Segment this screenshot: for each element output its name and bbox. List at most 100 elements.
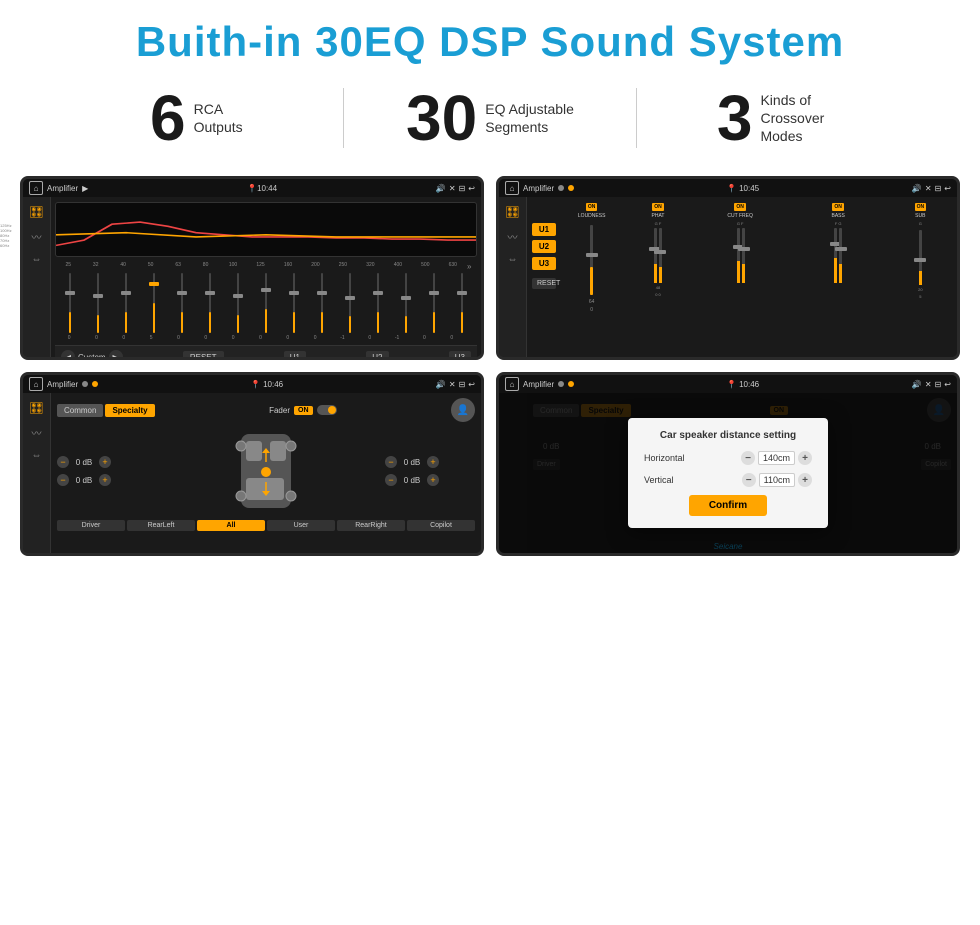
bass-slider-f[interactable] <box>834 228 837 283</box>
eq-slider-3[interactable] <box>112 273 139 333</box>
phat-slider-g[interactable] <box>654 228 657 283</box>
right-top-minus[interactable]: − <box>385 456 397 468</box>
eq-fill-3 <box>125 312 127 333</box>
eq-prev-button[interactable]: ◀ <box>61 350 75 360</box>
all-button[interactable]: All <box>197 520 265 531</box>
left-top-plus[interactable]: + <box>99 456 111 468</box>
eq-slider-10[interactable] <box>309 273 336 333</box>
phat-0-labels: 0 0 <box>655 292 661 297</box>
expand-icon-1[interactable]: ⇔ <box>32 254 42 265</box>
u1-button[interactable]: U1 <box>532 223 556 236</box>
eq-label-32: 32 <box>82 262 108 271</box>
eq-slider-9[interactable] <box>281 273 308 333</box>
eq-thumb-7 <box>233 294 243 298</box>
loudness-slider[interactable] <box>590 225 593 295</box>
eq-slider-5[interactable] <box>168 273 195 333</box>
wave-icon-3[interactable]: 〰 <box>32 425 42 440</box>
left-top-minus[interactable]: − <box>57 456 69 468</box>
eq-slider-4[interactable] <box>140 273 167 333</box>
phat-slider-f[interactable] <box>659 228 662 283</box>
eq-icon-3[interactable]: 🎛 <box>29 401 44 415</box>
copilot-button[interactable]: Copilot <box>407 520 475 531</box>
left-top-db: − 0 dB + <box>57 456 147 468</box>
sub-20-label: 20 <box>918 287 922 292</box>
eq-bottom-bar: ◀ Custom ▶ RESET U1 U2 U3 <box>55 345 477 360</box>
specialty-tab-3[interactable]: Specialty <box>105 404 154 417</box>
rearright-button[interactable]: RearRight <box>337 520 405 531</box>
status-bar-4: ⌂ Amplifier 📍 10:46 🔊✕⊟↩ <box>499 375 957 393</box>
screen3-top-bar: Common Specialty Fader ON 👤 <box>57 398 475 422</box>
eq-slider-8[interactable] <box>252 273 279 333</box>
eq-thumb-6 <box>205 291 215 295</box>
eq-label-50: 50 <box>137 262 163 271</box>
user-button[interactable]: User <box>267 520 335 531</box>
eq-label-80: 80 <box>192 262 218 271</box>
cutfreq-slider-f[interactable] <box>742 228 745 283</box>
bass-slider-g[interactable] <box>839 228 842 283</box>
home-icon-1[interactable]: ⌂ <box>29 181 43 195</box>
status-time-4: 📍 10:46 <box>727 380 759 389</box>
right-top-plus[interactable]: + <box>427 456 439 468</box>
horizontal-minus-button[interactable]: − <box>741 451 755 465</box>
eq-reset-button[interactable]: RESET <box>183 351 224 361</box>
vertical-minus-button[interactable]: − <box>742 473 756 487</box>
eq-slider-12[interactable] <box>365 273 392 333</box>
user-avatar-icon[interactable]: 👤 <box>451 398 475 422</box>
eq-val-1: 0 <box>56 335 82 341</box>
eq-icon-1[interactable]: 🎛 <box>29 205 44 219</box>
fader-toggle[interactable] <box>317 405 337 415</box>
u3-button[interactable]: U3 <box>532 257 556 270</box>
main-title: Buith-in 30EQ DSP Sound System <box>20 18 960 66</box>
eq-slider-2[interactable] <box>84 273 111 333</box>
car-diagram <box>151 426 381 516</box>
eq-slider-11[interactable] <box>337 273 364 333</box>
eq-thumb-5 <box>177 291 187 295</box>
eq-next-button[interactable]: ▶ <box>109 350 123 360</box>
bass-fg-label: F G <box>835 221 842 226</box>
left-bot-plus[interactable]: + <box>99 474 111 486</box>
dot-orange-3 <box>92 381 98 387</box>
eq-icon-2[interactable]: 🎛 <box>505 205 520 219</box>
loudness-val-64: 64 <box>589 299 595 305</box>
rearleft-button[interactable]: RearLeft <box>127 520 195 531</box>
right-bot-minus[interactable]: − <box>385 474 397 486</box>
sub-slider[interactable] <box>919 230 922 285</box>
cutfreq-slider-g[interactable] <box>737 228 740 283</box>
screen1-title: Amplifier <box>47 184 78 193</box>
left-top-val: 0 dB <box>71 458 97 467</box>
eq-u1-button[interactable]: U1 <box>284 351 306 361</box>
confirm-button[interactable]: Confirm <box>689 495 767 516</box>
eq-slider-6[interactable] <box>196 273 223 333</box>
eq-scroll-icon[interactable]: » <box>467 262 477 271</box>
eq-slider-14[interactable] <box>421 273 448 333</box>
eq-fill-12 <box>377 312 379 333</box>
eq-slider-7[interactable] <box>224 273 251 333</box>
right-bot-db: − 0 dB + <box>385 474 475 486</box>
expand-icon-2[interactable]: ⇔ <box>508 254 518 265</box>
eq-label-160: 160 <box>275 262 301 271</box>
screen2-title: Amplifier <box>523 184 554 193</box>
wave-icon-1[interactable]: 〰 <box>32 229 42 244</box>
expand-icon-3[interactable]: ⇔ <box>32 450 42 461</box>
amp-col-bass: ON BASS F G <box>791 203 886 283</box>
screen2-reset-button[interactable]: RESET <box>532 278 556 289</box>
right-bot-plus[interactable]: + <box>427 474 439 486</box>
wave-icon-2[interactable]: 〰 <box>508 229 518 244</box>
home-icon-2[interactable]: ⌂ <box>505 181 519 195</box>
u2-button[interactable]: U2 <box>532 240 556 253</box>
vertical-plus-button[interactable]: + <box>798 473 812 487</box>
screen1-main: 25 32 40 50 63 80 100 125 160 200 250 32… <box>51 197 481 357</box>
eq-u2-button[interactable]: U2 <box>366 351 388 361</box>
common-tab-3[interactable]: Common <box>57 404 103 417</box>
eq-slider-1[interactable] <box>56 273 83 333</box>
eq-slider-15[interactable] <box>449 273 476 333</box>
left-bot-minus[interactable]: − <box>57 474 69 486</box>
horizontal-plus-button[interactable]: + <box>798 451 812 465</box>
driver-button[interactable]: Driver <box>57 520 125 531</box>
home-icon-3[interactable]: ⌂ <box>29 377 43 391</box>
eq-slider-13[interactable] <box>393 273 420 333</box>
status-left-2: ⌂ Amplifier <box>505 181 574 195</box>
home-icon-4[interactable]: ⌂ <box>505 377 519 391</box>
cutfreq-on-badge: ON <box>734 203 746 211</box>
eq-u3-button[interactable]: U3 <box>449 351 471 361</box>
